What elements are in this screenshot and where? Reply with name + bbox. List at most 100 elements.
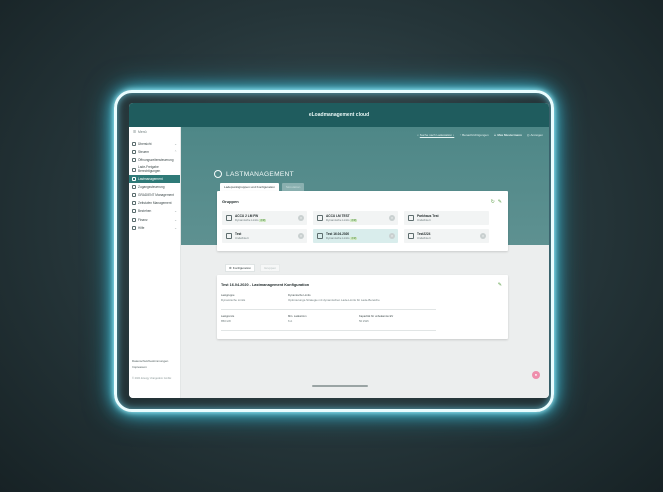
gradient-icon	[132, 193, 136, 198]
tab-ladepunktgruppen[interactable]: Ladepunktgruppen und Konfiguration	[220, 183, 279, 191]
group-item[interactable]: Test2224 Undefiniert ×	[404, 229, 489, 243]
sidebar-item-label: GRADIENT Management	[138, 193, 174, 198]
group-type: Dynamische Limits	[326, 218, 350, 222]
tab-label: Ladepunktgruppen und Konfiguration	[224, 185, 275, 189]
privacy-link[interactable]: Datenschutzbestimmungen	[132, 359, 168, 363]
group-icon	[226, 215, 232, 221]
sidebar-item-lastmanagement[interactable]: Lastmanagement	[129, 174, 180, 183]
group-type: Undefiniert	[417, 218, 431, 222]
field-min-ladestrom: Min. Ladestrom 6 A	[288, 315, 307, 323]
config-title: Test 16.04.2020 - Lastmanagement Konfigu…	[221, 283, 310, 287]
group-type: Dynamische Limits	[326, 236, 350, 240]
divider	[221, 309, 436, 310]
sidebar-item-zeitstufen[interactable]: Zeitstufen Management	[129, 199, 180, 207]
home-indicator	[312, 385, 368, 387]
chart-icon	[132, 142, 136, 147]
remove-icon[interactable]: ×	[298, 233, 304, 239]
sidebar-item-label: Öffnungszeitensteuerung	[138, 158, 174, 163]
help-icon	[132, 225, 136, 230]
sidebar-item-label: Beziehen	[138, 209, 152, 214]
imprint-link[interactable]: Impressum	[132, 365, 147, 369]
field-kapazitaet: Kapazität für unbekannte EV 50 kWh	[359, 315, 393, 323]
sidebar-item-beziehen[interactable]: Beziehen ⌄	[129, 207, 180, 215]
sidebar-item-steuern[interactable]: Steuern ⌃	[129, 148, 180, 156]
field-strategie: Dynamische Limits Optimierungs-Strategie…	[288, 294, 380, 302]
app-screen: eLoadmanagement cloud ☰ Menü Übersicht ⌄…	[129, 103, 549, 398]
display-button[interactable]: ◎ Anzeigen	[527, 133, 543, 137]
remove-icon[interactable]: ×	[298, 215, 304, 221]
chevron-up-icon: ⌃	[174, 150, 177, 155]
field-label: Min. Ladestrom	[288, 315, 307, 318]
clock-icon	[132, 158, 136, 163]
search-icon: ⌕	[417, 133, 419, 137]
tab-simulation[interactable]: Simulation	[281, 183, 305, 191]
field-lastgruppe: Lastgruppe Dynamische Limits	[221, 294, 245, 302]
group-item[interactable]: Test Undefiniert ×	[222, 229, 307, 243]
settings-icon: ◎	[526, 133, 530, 137]
finance-icon	[132, 217, 136, 222]
sidebar-item-zugangssteuerung[interactable]: Zugangssteuerung	[129, 183, 180, 191]
groups-actions: ↻ ✎	[491, 199, 502, 205]
group-item[interactable]: Parkhaus Test Undefiniert	[404, 211, 489, 225]
field-value: 6 A	[288, 319, 293, 323]
station-search-label: Suche nach Ladestation ↓	[419, 133, 455, 137]
sidebar-item-uebersicht[interactable]: Übersicht ⌄	[129, 140, 180, 148]
top-actions: ⌕ Suche nach Ladestation ↓ ◔ Benachricht…	[417, 133, 543, 137]
page-title-text: LASTMANAGEMENT	[226, 170, 294, 178]
sidebar-item-label: Lastmanagement	[138, 176, 163, 181]
notifications-button[interactable]: ◔ Benachrichtigungen	[459, 133, 488, 137]
sidebar-item-gradient[interactable]: GRADIENT Management	[129, 191, 180, 199]
user-name: Max Mustermann	[497, 133, 522, 137]
tab-gruppen[interactable]: Gruppen	[260, 264, 281, 272]
load-icon	[132, 176, 136, 181]
sidebar-item-hilfe[interactable]: Hilfe ⌄	[129, 224, 180, 232]
user-icon: ♙	[493, 133, 497, 137]
access-icon	[132, 184, 136, 189]
sidebar-item-ladefreigabe[interactable]: Lade-Freigabe Berechtigungen	[129, 165, 180, 175]
field-label: Dynamische Limits	[288, 294, 311, 297]
sidebar-item-label: Lade-Freigabe Berechtigungen	[138, 164, 161, 173]
edit-icon[interactable]: ✎	[498, 282, 502, 288]
groups-title: Gruppen	[222, 199, 239, 204]
sidebar-item-label: Zeitstufen Management	[138, 201, 172, 206]
remove-icon[interactable]: ×	[389, 233, 395, 239]
user-menu[interactable]: ♙ Max Mustermann	[494, 133, 522, 137]
group-badge: (FR)	[350, 219, 358, 222]
divider	[221, 330, 436, 331]
group-icon	[408, 233, 414, 239]
chevron-down-icon: ⌄	[174, 225, 177, 230]
sidebar-item-label: Steuern	[138, 150, 150, 155]
station-search[interactable]: ⌕ Suche nach Ladestation ↓	[417, 133, 454, 137]
gear-icon: ⚙	[229, 266, 232, 270]
sidebar-item-label: Zugangssteuerung	[138, 184, 165, 189]
group-type: Undefiniert	[235, 236, 249, 240]
notifications-label: Benachrichtigungen	[462, 133, 489, 137]
remove-icon[interactable]: ×	[389, 215, 395, 221]
chevron-down-icon: ⌄	[174, 209, 177, 214]
tab-konfiguration[interactable]: ⚙ Konfiguration	[225, 264, 256, 272]
sidebar-item-oeffnungszeiten[interactable]: Öffnungszeitensteuerung	[129, 156, 180, 164]
sidebar-item-label: Hilfe	[138, 225, 145, 230]
group-icon	[408, 215, 414, 221]
remove-icon[interactable]: ×	[480, 233, 486, 239]
sidebar-item-finanz[interactable]: Finanz ⌄	[129, 216, 180, 224]
refresh-icon[interactable]: ↻	[491, 199, 495, 205]
group-badge: (FR)	[259, 219, 267, 222]
gear-icon	[132, 150, 136, 155]
chat-icon[interactable]: ●	[532, 371, 540, 379]
group-type: Dynamische Limits	[235, 218, 259, 222]
group-type: Undefiniert	[417, 236, 431, 240]
field-value: Optimierungs-Strategie mit dynamischen L…	[288, 298, 380, 302]
lastmanagement-icon	[214, 170, 222, 178]
group-icon	[226, 233, 232, 239]
menu-toggle[interactable]: ☰ Menü	[129, 127, 180, 137]
display-label: Anzeigen	[530, 133, 543, 137]
hamburger-icon: ☰	[133, 130, 137, 134]
download-icon	[132, 209, 136, 214]
edit-icon[interactable]: ✎	[498, 199, 502, 205]
copyright-text: © 2021 Energy chargedom GmbH	[132, 377, 172, 380]
group-item[interactable]: ACCU 2 LM FW Dynamische Limits (FR) ×	[222, 211, 307, 225]
group-item-selected[interactable]: Test 16.04.2020 Dynamische Limits (FR) ×	[313, 229, 398, 243]
group-item[interactable]: ACCU LM TEST Dynamische Limits (FR) ×	[313, 211, 398, 225]
group-badge: (FR)	[350, 237, 358, 240]
